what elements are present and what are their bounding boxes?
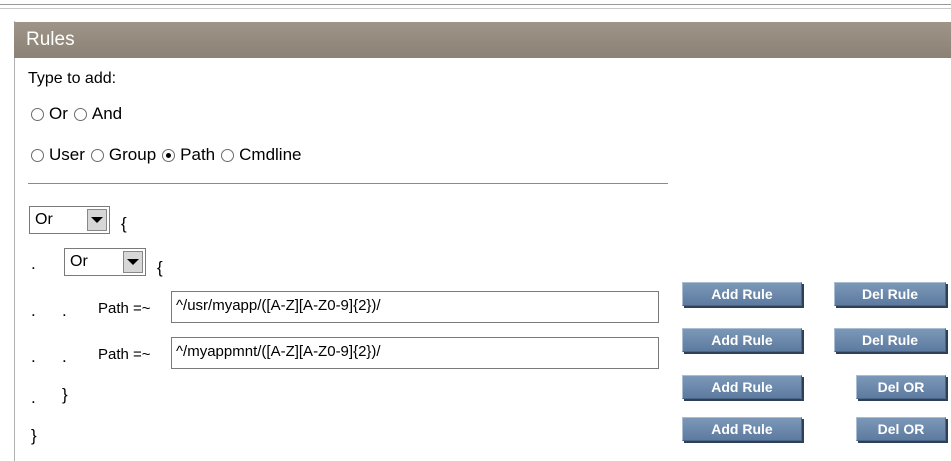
rules-panel: [14, 21, 951, 461]
top-border-line: [0, 4, 951, 5]
outer-operator-value: Or: [35, 211, 53, 228]
del-or-button[interactable]: Del OR: [856, 375, 946, 399]
radio-and[interactable]: [73, 107, 87, 121]
indent-dot: .: [31, 388, 36, 407]
radio-group-label: Group: [108, 145, 157, 164]
inner-operator-select[interactable]: Or: [64, 248, 146, 276]
add-rule-button[interactable]: Add Rule: [682, 282, 802, 306]
inner-open-brace: {: [157, 258, 163, 277]
indent-dot: .: [31, 347, 36, 366]
add-rule-button[interactable]: Add Rule: [682, 375, 802, 399]
radio-cmdline[interactable]: [221, 148, 235, 162]
section-divider: [28, 183, 668, 184]
indent-dot: .: [31, 301, 36, 320]
chevron-down-icon[interactable]: [123, 251, 143, 273]
del-rule-button[interactable]: Del Rule: [834, 328, 946, 352]
type-to-add-label: Type to add:: [28, 70, 117, 87]
outer-operator-select[interactable]: Or: [29, 206, 110, 234]
radio-or-label: Or: [49, 104, 68, 123]
radio-group[interactable]: [90, 148, 104, 162]
indent-dot: .: [31, 254, 36, 273]
indent-dot: .: [62, 347, 67, 366]
outer-close-brace: }: [31, 426, 37, 445]
del-or-button[interactable]: Del OR: [856, 417, 946, 441]
radio-user[interactable]: [31, 148, 44, 162]
rule-1-label: Path =~: [98, 300, 151, 317]
radio-cmdline-label: Cmdline: [239, 145, 302, 164]
radio-user-label: User: [49, 145, 85, 164]
panel-title: Rules: [14, 22, 951, 58]
del-rule-button[interactable]: Del Rule: [834, 282, 946, 306]
radio-path-label: Path: [180, 145, 216, 164]
rule-2-value-input[interactable]: ^/myappmnt/([A-Z][A-Z0-9]{2})/: [171, 337, 659, 369]
add-rule-button[interactable]: Add Rule: [682, 417, 802, 441]
radio-and-label: And: [91, 104, 123, 123]
add-rule-button[interactable]: Add Rule: [682, 328, 802, 352]
rule-2-label: Path =~: [98, 346, 151, 363]
radio-path[interactable]: [162, 148, 176, 162]
outer-open-brace: {: [121, 214, 127, 233]
inner-close-brace: }: [62, 385, 68, 404]
inner-operator-value: Or: [70, 253, 88, 270]
chevron-down-icon[interactable]: [87, 209, 107, 231]
radio-or[interactable]: [31, 107, 44, 121]
rule-1-value-input[interactable]: ^/usr/myapp/([A-Z][A-Z0-9]{2})/: [171, 291, 659, 323]
indent-dot: .: [62, 301, 67, 320]
top-border-line-secondary: [0, 8, 951, 9]
logic-radio-group: Or And: [31, 104, 128, 124]
field-radio-group: User Group Path Cmdline: [31, 145, 308, 165]
